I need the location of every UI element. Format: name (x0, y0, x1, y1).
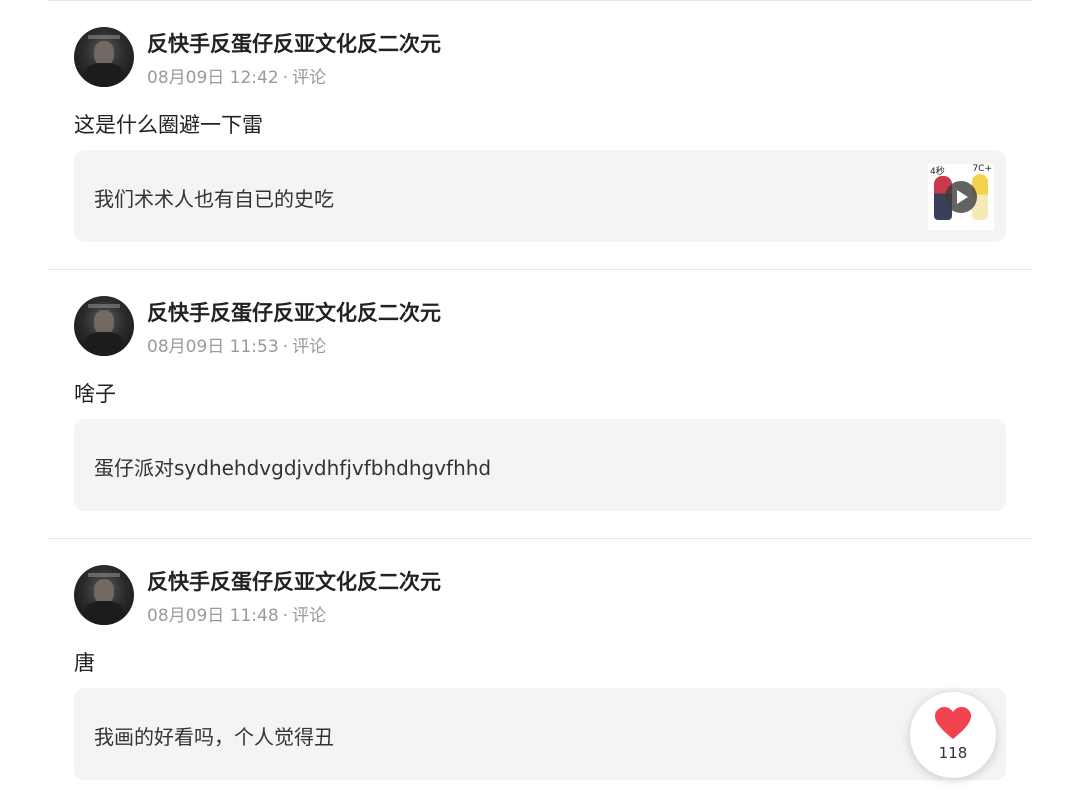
comment-meta: 08月09日 12:42 · 评论 (147, 63, 326, 88)
quoted-post-card[interactable]: 我画的好看吗，个人觉得丑 (74, 688, 1006, 780)
comment-text: 啥子 (74, 382, 116, 406)
action-label: 评论 (292, 68, 327, 88)
avatar-body (84, 601, 124, 625)
like-button[interactable]: 118 (910, 692, 996, 778)
meta-separator: · (282, 606, 289, 626)
username[interactable]: 反快手反蛋仔反亚文化反二次元 (147, 566, 441, 596)
meta-separator: · (282, 337, 289, 357)
username[interactable]: 反快手反蛋仔反亚文化反二次元 (147, 28, 441, 58)
quoted-post-text: 我画的好看吗，个人觉得丑 (94, 725, 334, 749)
comment-item: 反快手反蛋仔反亚文化反二次元 08月09日 12:42 · 评论 这是什么圈避一下雷… (0, 0, 1080, 268)
comment-feed: 反快手反蛋仔反亚文化反二次元 08月09日 12:42 · 评论 这是什么圈避一下雷… (0, 0, 1080, 799)
avatar[interactable] (74, 296, 134, 356)
play-icon[interactable] (945, 181, 977, 213)
heart-icon (935, 707, 971, 739)
timestamp: 08月09日 11:53 (147, 337, 279, 357)
avatar-body (84, 63, 124, 87)
avatar[interactable] (74, 27, 134, 87)
meta-separator: · (282, 68, 289, 88)
comment-text: 唐 (74, 651, 95, 675)
avatar-face (94, 310, 114, 334)
avatar-face (94, 579, 114, 603)
timestamp: 08月09日 12:42 (147, 68, 279, 88)
like-count: 118 (938, 744, 968, 762)
avatar[interactable] (74, 565, 134, 625)
thumbnail-tag: 7C+ (972, 164, 992, 174)
comment-item: 反快手反蛋仔反亚文化反二次元 08月09日 11:53 · 评论 啥子 蛋仔派对sy… (0, 269, 1080, 537)
avatar-decoration (88, 573, 120, 577)
quoted-post-card[interactable]: 蛋仔派对sydhehdvgdjvdhfjvfbhdhgvfhhd (74, 419, 1006, 511)
avatar-body (84, 332, 124, 356)
comment-meta: 08月09日 11:53 · 评论 (147, 332, 326, 357)
timestamp: 08月09日 11:48 (147, 606, 279, 626)
action-label: 评论 (292, 337, 327, 357)
comment-meta: 08月09日 11:48 · 评论 (147, 601, 326, 626)
quoted-post-card[interactable]: 我们术术人也有自已的史吃 4秒 7C+ (74, 150, 1006, 242)
avatar-decoration (88, 35, 120, 39)
avatar-face (94, 41, 114, 65)
comment-text: 这是什么圈避一下雷 (74, 113, 263, 137)
quoted-post-text: 蛋仔派对sydhehdvgdjvdhfjvfbhdhgvfhhd (94, 456, 492, 480)
video-thumbnail[interactable]: 4秒 7C+ (928, 164, 994, 230)
username[interactable]: 反快手反蛋仔反亚文化反二次元 (147, 297, 441, 327)
quoted-post-text: 我们术术人也有自已的史吃 (94, 187, 334, 211)
avatar-decoration (88, 304, 120, 308)
action-label: 评论 (292, 606, 327, 626)
